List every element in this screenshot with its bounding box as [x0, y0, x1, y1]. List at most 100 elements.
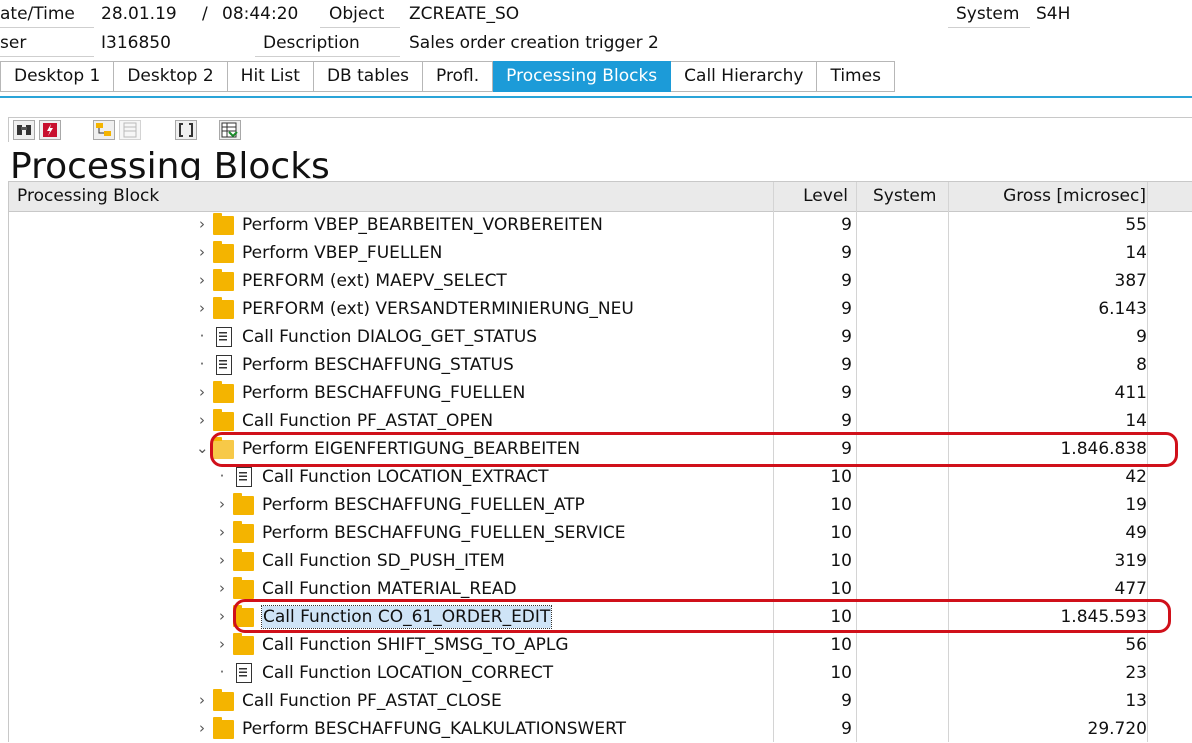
date-time-label: ate/Time [0, 4, 75, 24]
level-cell: 9 [841, 691, 852, 711]
expand-chevron-icon[interactable]: › [196, 267, 208, 295]
table-row[interactable]: · Call Function LOCATION_EXTRACT 10 42 [0, 463, 1192, 491]
level-cell: 10 [830, 663, 852, 683]
table-row[interactable]: › Call Function PF_ASTAT_OPEN 9 14 [0, 407, 1192, 435]
processing-block-label[interactable]: Call Function PF_ASTAT_OPEN [242, 407, 493, 435]
processing-block-label[interactable]: Perform BESCHAFFUNG_KALKULATIONSWERT [242, 715, 626, 743]
tab-times[interactable]: Times [817, 61, 895, 92]
processing-block-label[interactable]: Call Function PF_ASTAT_CLOSE [242, 687, 502, 715]
folder-icon [213, 213, 234, 235]
level-cell: 9 [841, 383, 852, 403]
processing-block-label[interactable]: Perform BESCHAFFUNG_FUELLEN [242, 379, 525, 407]
folder-icon [213, 297, 234, 319]
spreadsheet-export-icon[interactable] [219, 120, 241, 140]
leaf-bullet: · [199, 327, 205, 345]
processing-block-label[interactable]: Call Function DIALOG_GET_STATUS [242, 323, 537, 351]
processing-block-label[interactable]: PERFORM (ext) VERSANDTERMINIERUNG_NEU [242, 295, 634, 323]
tab-db-tables[interactable]: DB tables [313, 61, 424, 92]
folder-icon [213, 241, 234, 263]
processing-block-label[interactable]: Perform BESCHAFFUNG_FUELLEN_ATP [262, 491, 585, 519]
highlight-co-61-order-edit [233, 599, 1171, 633]
tab-desktop-2[interactable]: Desktop 2 [114, 61, 228, 92]
table-row[interactable]: › Perform BESCHAFFUNG_KALKULATIONSWERT 9 29… [0, 715, 1192, 743]
tab-profl[interactable]: Profl. [423, 61, 494, 92]
processing-block-label[interactable]: Call Function SD_PUSH_ITEM [262, 547, 505, 575]
highlight-eigenfertigung [210, 432, 1178, 467]
expand-chevron-icon[interactable]: › [216, 491, 228, 519]
table-row[interactable]: › PERFORM (ext) VERSANDTERMINIERUNG_NEU 9 6… [0, 295, 1192, 323]
collapse-chevron-icon[interactable]: ⌄ [196, 435, 209, 463]
table-row[interactable]: › PERFORM (ext) MAEPV_SELECT 9 387 [0, 267, 1192, 295]
table-row[interactable]: · Call Function DIALOG_GET_STATUS 9 9 [0, 323, 1192, 351]
table-row[interactable]: › Perform BESCHAFFUNG_FUELLEN_SERVICE 10 49 [0, 519, 1192, 547]
tab-hit-list[interactable]: Hit List [227, 61, 314, 92]
tab-processing-blocks[interactable]: Processing Blocks [493, 61, 672, 92]
gross-time-cell: 42 [1125, 467, 1147, 487]
processing-block-label[interactable]: Call Function SHIFT_SMSG_TO_APLG [262, 631, 569, 659]
expand-chevron-icon[interactable]: › [216, 603, 228, 631]
table-row[interactable]: › Perform VBEP_BEARBEITEN_VORBEREITEN 9 55 [0, 211, 1192, 239]
expand-tree-icon[interactable] [93, 120, 115, 140]
processing-block-label[interactable]: Call Function LOCATION_EXTRACT [262, 463, 548, 491]
column-header-level[interactable]: Level [780, 182, 848, 211]
expand-chevron-icon[interactable]: › [216, 547, 228, 575]
tab-call-hierarchy[interactable]: Call Hierarchy [671, 61, 818, 92]
expand-chevron-icon[interactable]: › [196, 407, 208, 435]
table-row[interactable]: › Call Function SD_PUSH_ITEM 10 319 [0, 547, 1192, 575]
table-row[interactable]: › Perform BESCHAFFUNG_FUELLEN_ATP 10 19 [0, 491, 1192, 519]
expand-chevron-icon[interactable]: › [196, 211, 208, 239]
system-value: S4H [1036, 4, 1071, 24]
gross-time-cell: 19 [1125, 495, 1147, 515]
folder-icon [233, 493, 254, 515]
processing-block-label[interactable]: Perform BESCHAFFUNG_STATUS [242, 351, 514, 379]
expand-chevron-icon[interactable]: › [196, 687, 208, 715]
binoculars-icon[interactable] [13, 120, 35, 140]
gross-time-cell: 55 [1125, 215, 1147, 235]
processing-block-label[interactable]: PERFORM (ext) MAEPV_SELECT [242, 267, 507, 295]
leaf-bullet: · [199, 355, 205, 373]
folder-icon [213, 689, 234, 711]
level-cell: 10 [830, 635, 852, 655]
bracket-icon[interactable] [175, 120, 197, 140]
table-row[interactable]: · Perform BESCHAFFUNG_STATUS 9 8 [0, 351, 1192, 379]
folder-icon [213, 269, 234, 291]
level-cell: 9 [841, 719, 852, 739]
expand-chevron-icon[interactable]: › [216, 519, 228, 547]
processing-block-label[interactable]: Perform VBEP_FUELLEN [242, 239, 442, 267]
gross-time-cell: 56 [1125, 635, 1147, 655]
level-cell: 9 [841, 215, 852, 235]
expand-chevron-icon[interactable]: › [196, 715, 208, 743]
level-cell: 9 [841, 355, 852, 375]
column-header-system[interactable]: System [873, 182, 936, 211]
folder-icon [233, 521, 254, 543]
document-icon [236, 663, 252, 683]
level-cell: 10 [830, 495, 852, 515]
folder-icon [233, 549, 254, 571]
processing-block-label[interactable]: Perform VBEP_BEARBEITEN_VORBEREITEN [242, 211, 603, 239]
collapse-tree-icon[interactable] [119, 120, 141, 140]
tab-desktop-1[interactable]: Desktop 1 [0, 61, 115, 92]
tab-underline [0, 96, 1192, 98]
table-row[interactable]: › Call Function PF_ASTAT_CLOSE 9 13 [0, 687, 1192, 715]
expand-chevron-icon[interactable]: › [196, 295, 208, 323]
gross-time-cell: 6.143 [1098, 299, 1147, 319]
expand-chevron-icon[interactable]: › [196, 379, 208, 407]
lightning-icon[interactable] [39, 120, 61, 140]
level-cell: 9 [841, 299, 852, 319]
table-row[interactable]: › Perform BESCHAFFUNG_FUELLEN 9 411 [0, 379, 1192, 407]
column-header-processing-block[interactable]: Processing Block [17, 182, 159, 211]
gross-time-cell: 319 [1114, 551, 1147, 571]
processing-block-label[interactable]: Perform BESCHAFFUNG_FUELLEN_SERVICE [262, 519, 626, 547]
table-row[interactable]: › Perform VBEP_FUELLEN 9 14 [0, 239, 1192, 267]
system-label: System [956, 4, 1020, 24]
tab-strip: Desktop 1 Desktop 2 Hit List DB tables P… [0, 61, 895, 92]
table-row[interactable]: · Call Function LOCATION_CORRECT 10 23 [0, 659, 1192, 687]
page-title: Processing Blocks [10, 146, 330, 180]
expand-chevron-icon[interactable]: › [216, 575, 228, 603]
processing-block-label[interactable]: Call Function LOCATION_CORRECT [262, 659, 553, 687]
table-row[interactable]: › Call Function SHIFT_SMSG_TO_APLG 10 56 [0, 631, 1192, 659]
user-value: I316850 [101, 33, 171, 53]
column-header-gross[interactable]: Gross [microsec] [950, 182, 1146, 211]
expand-chevron-icon[interactable]: › [216, 631, 228, 659]
expand-chevron-icon[interactable]: › [196, 239, 208, 267]
